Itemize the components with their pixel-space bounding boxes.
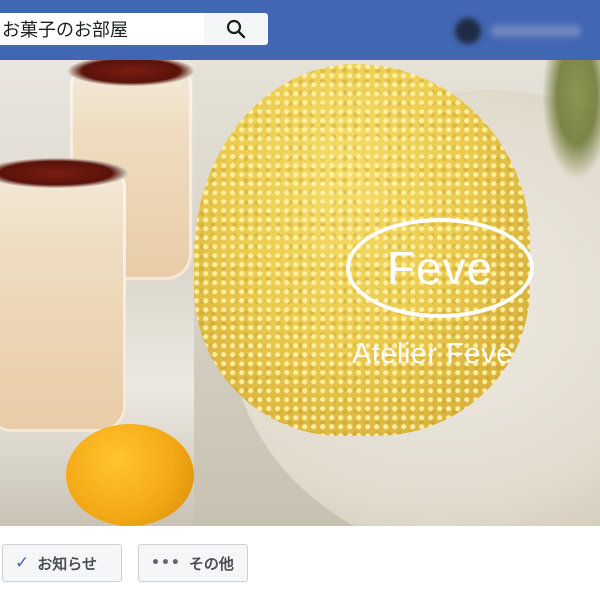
feve-logo-text: Feve (386, 242, 494, 294)
cover-photo[interactable]: Feve Atelier Feve (0, 60, 600, 526)
search-icon (226, 19, 246, 39)
dots-icon: ••• (151, 555, 181, 571)
profile-name (491, 25, 581, 37)
brand-name: Atelier Feve (352, 338, 513, 370)
lemon-image (66, 424, 194, 526)
search-button[interactable] (204, 13, 268, 45)
notifications-button-label: お知らせ (37, 554, 97, 573)
search-input-value[interactable]: お菓子のお部屋 (0, 16, 128, 42)
notifications-button[interactable]: ✓ お知らせ (2, 544, 122, 582)
cover-photo-pudding (0, 60, 194, 526)
top-navigation-bar: お菓子のお部屋 (0, 0, 600, 60)
feve-logo: Feve (346, 218, 534, 318)
herb-image (542, 60, 600, 180)
cover-photo-cake: Feve Atelier Feve (194, 60, 600, 526)
check-icon: ✓ (15, 552, 30, 573)
pudding-jar (0, 158, 128, 432)
profile-link[interactable] (455, 16, 600, 46)
avatar (455, 18, 481, 44)
more-button[interactable]: ••• その他 (138, 544, 248, 582)
search-input[interactable]: お菓子のお部屋 (0, 13, 204, 45)
more-button-label: その他 (188, 554, 234, 573)
